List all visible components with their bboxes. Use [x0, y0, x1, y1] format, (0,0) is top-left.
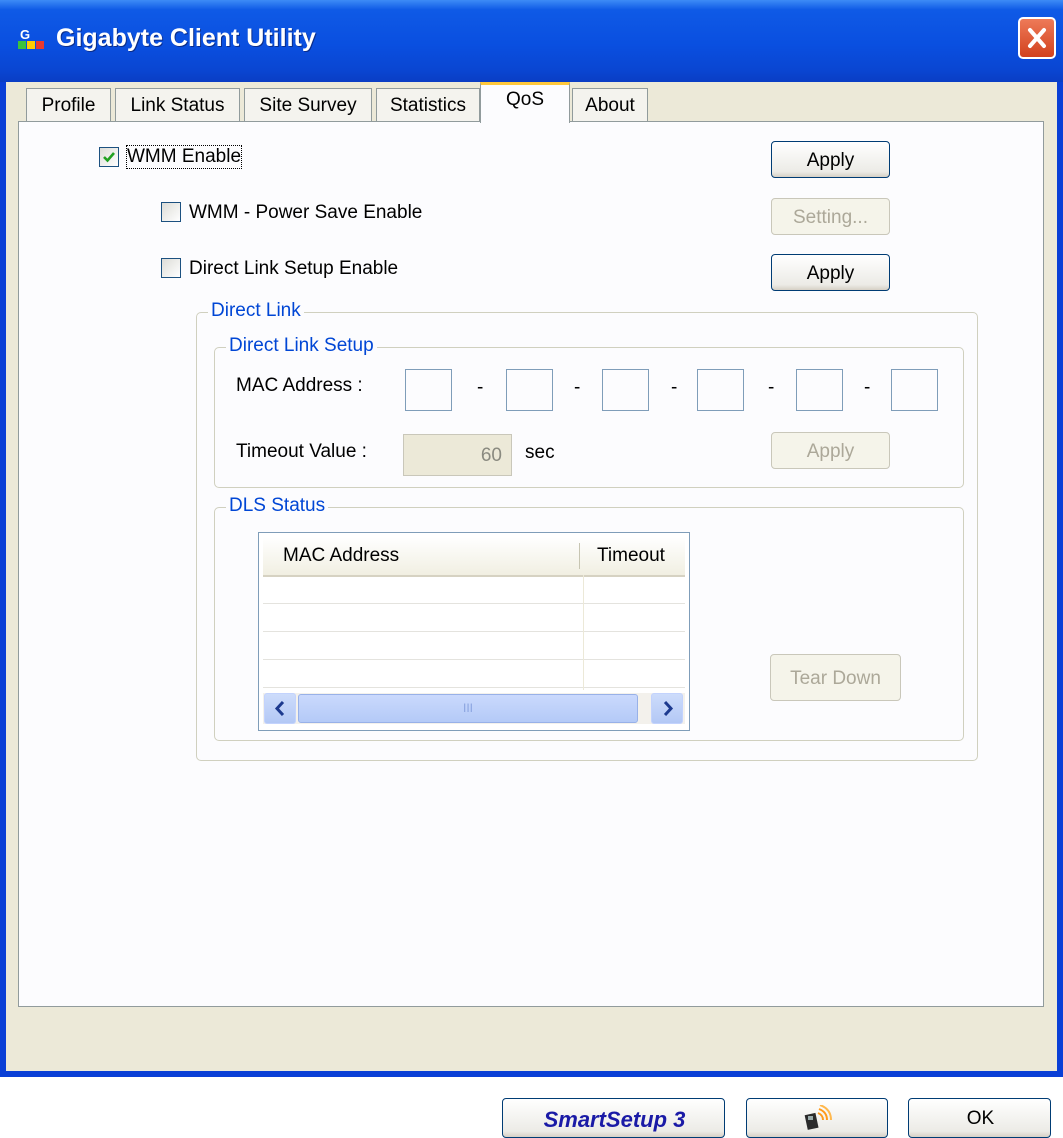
mac-octet-3-input[interactable]	[602, 369, 649, 411]
tab-site-survey[interactable]: Site Survey	[244, 88, 372, 122]
close-button[interactable]	[1018, 17, 1056, 59]
mac-octet-1-input[interactable]	[405, 369, 452, 411]
scroll-grip: III	[462, 701, 473, 715]
table-header: MAC Address Timeout	[263, 537, 685, 577]
mac-separator: -	[864, 377, 871, 398]
scroll-thumb[interactable]: III	[298, 694, 638, 723]
wmm-power-save-label: WMM - Power Save Enable	[189, 202, 423, 223]
tear-down-button[interactable]: Tear Down	[770, 654, 901, 701]
wmm-enable-label: WMM Enable	[125, 145, 243, 169]
app-window: G Gigabyte Client Utility Profile Link S…	[0, 0, 1063, 1138]
tab-about[interactable]: About	[572, 88, 648, 122]
mac-separator: -	[671, 377, 678, 398]
mac-octet-5-input[interactable]	[796, 369, 843, 411]
mac-separator: -	[574, 377, 581, 398]
chevron-left-icon	[274, 701, 285, 716]
tab-statistics[interactable]: Statistics	[376, 88, 480, 122]
mac-octet-2-input[interactable]	[506, 369, 553, 411]
direct-link-setup-group-label: Direct Link Setup	[226, 335, 377, 357]
timeout-unit-label: sec	[525, 442, 555, 463]
mac-address-label: MAC Address :	[236, 375, 363, 396]
direct-link-group-label: Direct Link	[208, 300, 304, 322]
dls-status-group-label: DLS Status	[226, 495, 329, 517]
table-row[interactable]	[263, 603, 685, 632]
smartsetup-button[interactable]: SmartSetup 3	[502, 1098, 725, 1138]
scroll-left-button[interactable]	[264, 693, 296, 724]
title-bar[interactable]: G Gigabyte Client Utility	[0, 0, 1063, 82]
dls-enable-checkbox[interactable]	[161, 258, 181, 278]
mac-octet-6-input[interactable]	[891, 369, 938, 411]
column-header-mac-address[interactable]: MAC Address	[283, 537, 399, 575]
mac-octet-4-input[interactable]	[697, 369, 744, 411]
wireless-card-icon	[804, 1105, 832, 1130]
dls-setup-apply-button[interactable]: Apply	[771, 432, 890, 469]
chevron-right-icon	[663, 701, 674, 716]
ok-label: OK	[966, 1108, 995, 1129]
tab-label: About	[585, 95, 635, 116]
svg-text:G: G	[20, 27, 30, 42]
window-title: Gigabyte Client Utility	[56, 24, 316, 52]
mac-separator: -	[477, 377, 484, 398]
scroll-right-button[interactable]	[651, 693, 683, 724]
column-gridline	[583, 575, 584, 690]
tab-label: Site Survey	[259, 95, 357, 116]
checkmark-icon	[103, 152, 115, 163]
timeout-value-text: 60	[480, 445, 502, 466]
timeout-value-field[interactable]: 60	[403, 434, 512, 476]
ok-button[interactable]: OK	[908, 1098, 1051, 1138]
tab-label: QoS	[505, 89, 545, 110]
tab-label: Statistics	[389, 95, 467, 116]
horizontal-scrollbar[interactable]: III	[263, 693, 685, 724]
table-row[interactable]	[263, 631, 685, 660]
close-icon	[1028, 28, 1046, 48]
gigabyte-logo-icon: G	[18, 27, 44, 49]
table-row[interactable]	[263, 659, 685, 688]
smartsetup-label: SmartSetup 3	[543, 1107, 686, 1132]
tab-link-status[interactable]: Link Status	[115, 88, 240, 122]
dls-status-table[interactable]: MAC Address Timeout III	[258, 532, 690, 731]
setting-button[interactable]: Setting...	[771, 198, 890, 235]
tab-profile[interactable]: Profile	[26, 88, 111, 122]
wmm-power-save-checkbox[interactable]	[161, 202, 181, 222]
column-header-timeout[interactable]: Timeout	[597, 537, 665, 575]
table-row[interactable]	[263, 575, 685, 604]
wireless-card-button[interactable]	[746, 1098, 888, 1138]
timeout-value-label: Timeout Value :	[236, 441, 367, 462]
tab-label: Link Status	[130, 95, 225, 116]
wmm-apply-button[interactable]: Apply	[771, 141, 890, 178]
dls-apply-button[interactable]: Apply	[771, 254, 890, 291]
dls-enable-label: Direct Link Setup Enable	[189, 258, 399, 279]
tab-qos[interactable]: QoS	[480, 82, 570, 123]
tab-label: Profile	[41, 95, 96, 116]
mac-separator: -	[768, 377, 775, 398]
wmm-enable-checkbox[interactable]	[99, 147, 119, 167]
column-divider[interactable]	[579, 543, 580, 569]
